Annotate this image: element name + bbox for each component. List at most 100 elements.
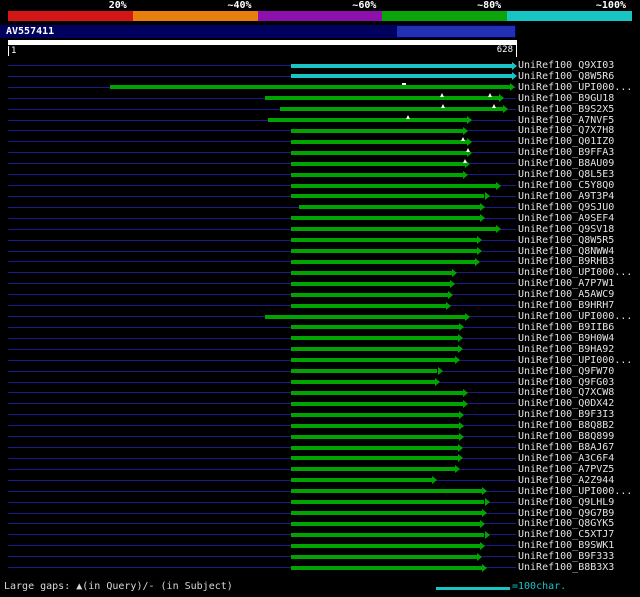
- hit-label[interactable]: UniRef100_Q01IZ0: [518, 136, 614, 147]
- hit-label[interactable]: UniRef100_Q7X7H8: [518, 125, 614, 136]
- alignment-bar[interactable]: [290, 139, 468, 144]
- hit-label[interactable]: UniRef100_Q9XI03: [518, 60, 614, 71]
- hit-label[interactable]: UniRef100_UPI000...: [518, 267, 632, 278]
- hit-label[interactable]: UniRef100_A3C6F4: [518, 453, 614, 464]
- hit-label[interactable]: UniRef100_B9S2X5: [518, 104, 614, 115]
- alignment-bar[interactable]: [290, 194, 485, 199]
- hit-label[interactable]: UniRef100_Q8W5R5: [518, 235, 614, 246]
- hit-label[interactable]: UniRef100_B9F333: [518, 551, 614, 562]
- hit-label[interactable]: UniRef100_A7P7W1: [518, 278, 614, 289]
- alignment-bar[interactable]: [290, 423, 460, 428]
- hit-label[interactable]: UniRef100_Q9LHL9: [518, 497, 614, 508]
- hit-label[interactable]: UniRef100_UPI000...: [518, 311, 632, 322]
- hit-label[interactable]: UniRef100_Q8GYK5: [518, 518, 614, 529]
- hit-label[interactable]: UniRef100_B9HA92: [518, 344, 614, 355]
- hit-label[interactable]: UniRef100_UPI000...: [518, 486, 632, 497]
- alignment-bar[interactable]: [290, 456, 458, 461]
- hit-label[interactable]: UniRef100_B8Q899: [518, 431, 614, 442]
- hit-label[interactable]: UniRef100_B9GU18: [518, 93, 614, 104]
- hit-label[interactable]: UniRef100_B9RHB3: [518, 256, 614, 267]
- alignment-bar[interactable]: [290, 347, 458, 352]
- hit-label[interactable]: UniRef100_B9FFA3: [518, 147, 614, 158]
- alignment-bar[interactable]: [290, 336, 458, 341]
- alignment-bar[interactable]: [290, 292, 448, 297]
- hit-label[interactable]: UniRef100_C5Y8Q0: [518, 180, 614, 191]
- hit-label[interactable]: UniRef100_B8AU09: [518, 158, 614, 169]
- alignment-bar[interactable]: [290, 500, 485, 505]
- hit-label[interactable]: UniRef100_B9HRH7: [518, 300, 614, 311]
- alignment-bar[interactable]: [290, 565, 483, 570]
- alignment-bar[interactable]: [290, 270, 453, 275]
- alignment-bar[interactable]: [290, 63, 512, 68]
- alignment-bar[interactable]: [290, 216, 481, 221]
- hit-label[interactable]: UniRef100_Q9FG03: [518, 377, 614, 388]
- alignment-bar[interactable]: [110, 85, 510, 90]
- alignment-bar[interactable]: [290, 412, 460, 417]
- alignment-bar[interactable]: [290, 511, 483, 515]
- hit-label[interactable]: UniRef100_Q9G7B9: [518, 508, 614, 519]
- alignment-bar[interactable]: [290, 380, 436, 385]
- hit-label[interactable]: UniRef100_B8B3X3: [518, 562, 614, 573]
- hit-label[interactable]: UniRef100_Q9SJU0: [518, 202, 614, 213]
- alignment-bar[interactable]: [290, 161, 465, 166]
- hit-label[interactable]: UniRef100_Q8NWW4: [518, 246, 614, 257]
- alignment-arrowhead: [480, 519, 486, 528]
- hit-label[interactable]: UniRef100_UPI000...: [518, 355, 632, 366]
- alignment-bar[interactable]: [290, 478, 432, 483]
- hit-label[interactable]: UniRef100_Q9FW70: [518, 366, 614, 377]
- hit-label[interactable]: UniRef100_Q7XCW8: [518, 387, 614, 398]
- hit-label[interactable]: UniRef100_B9F3I3: [518, 409, 614, 420]
- alignment-bar[interactable]: [290, 467, 456, 472]
- alignment-bar[interactable]: [268, 118, 468, 123]
- alignment-bar[interactable]: [290, 554, 478, 559]
- alignment-bar[interactable]: [290, 543, 481, 548]
- alignment-bar[interactable]: [280, 107, 504, 112]
- query-ruler-bar: [8, 40, 516, 45]
- hit-label[interactable]: UniRef100_C5XTJ7: [518, 529, 614, 540]
- hit-row: UniRef100_Q8L5E3: [0, 169, 640, 180]
- hit-label[interactable]: UniRef100_B8AJ67: [518, 442, 614, 453]
- hit-label[interactable]: UniRef100_A9SEF4: [518, 213, 614, 224]
- alignment-bar[interactable]: [290, 369, 438, 374]
- hit-label[interactable]: UniRef100_A9T3P4: [518, 191, 614, 202]
- alignment-bar[interactable]: [290, 183, 496, 188]
- alignment-bar[interactable]: [290, 303, 446, 308]
- alignment-bar[interactable]: [290, 489, 483, 494]
- alignment-bar[interactable]: [290, 358, 456, 363]
- hit-row: UniRef100_B9F3I3: [0, 409, 640, 420]
- alignment-bar[interactable]: [290, 532, 485, 537]
- alignment-bar[interactable]: [290, 74, 512, 79]
- hit-label[interactable]: UniRef100_A7NVF5: [518, 115, 614, 126]
- hit-label[interactable]: UniRef100_Q9SV18: [518, 224, 614, 235]
- hit-label[interactable]: UniRef100_B8Q8B2: [518, 420, 614, 431]
- alignment-bar[interactable]: [290, 249, 478, 254]
- alignment-bar[interactable]: [290, 401, 463, 406]
- hit-label[interactable]: UniRef100_Q0DX42: [518, 398, 614, 409]
- alignment-bar[interactable]: [290, 521, 481, 526]
- hit-label[interactable]: UniRef100_Q8W5R6: [518, 71, 614, 82]
- alignment-bar[interactable]: [290, 281, 450, 286]
- alignment-bar[interactable]: [290, 445, 458, 450]
- alignment-bar[interactable]: [290, 172, 463, 177]
- hit-label[interactable]: UniRef100_B9H0W4: [518, 333, 614, 344]
- alignment-arrowhead: [495, 181, 501, 190]
- alignment-bar[interactable]: [290, 150, 468, 155]
- identity-scale-segment: [132, 11, 258, 21]
- hit-label[interactable]: UniRef100_A7PVZ5: [518, 464, 614, 475]
- hit-label[interactable]: UniRef100_A2Z944: [518, 475, 614, 486]
- alignment-bar[interactable]: [290, 259, 475, 264]
- alignment-bar[interactable]: [264, 314, 465, 319]
- alignment-bar[interactable]: [290, 227, 496, 232]
- hit-label[interactable]: UniRef100_Q8L5E3: [518, 169, 614, 180]
- alignment-bar[interactable]: [290, 434, 460, 439]
- alignment-bar[interactable]: [290, 325, 460, 330]
- hit-label[interactable]: UniRef100_B9IIB6: [518, 322, 614, 333]
- alignment-bar[interactable]: [290, 390, 463, 395]
- alignment-bar[interactable]: [298, 205, 481, 210]
- hit-label[interactable]: UniRef100_A5AWC9: [518, 289, 614, 300]
- hit-label[interactable]: UniRef100_UPI000...: [518, 82, 632, 93]
- alignment-bar[interactable]: [264, 96, 499, 101]
- alignment-bar[interactable]: [290, 128, 463, 133]
- alignment-bar[interactable]: [290, 238, 478, 243]
- hit-label[interactable]: UniRef100_B9SWK1: [518, 540, 614, 551]
